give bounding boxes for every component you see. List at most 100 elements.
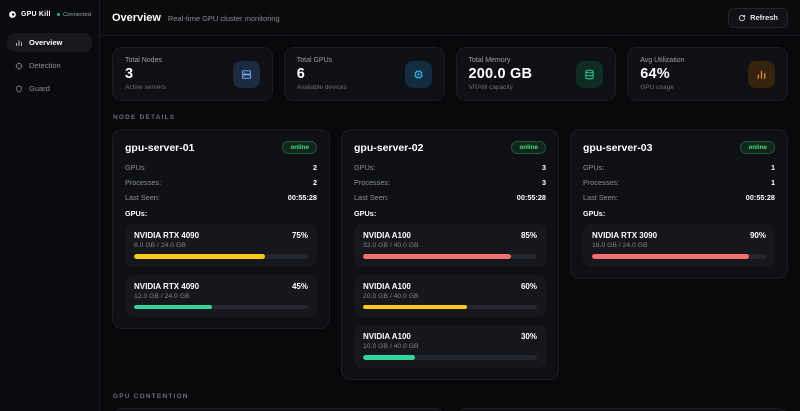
gpu-memory: 12.0 GB / 24.0 GB <box>134 293 308 300</box>
gpu-item-top: NVIDIA A100 85% <box>363 231 537 240</box>
gpu-name: NVIDIA A100 <box>363 282 411 291</box>
node-last-seen-row: Last Seen: 00:55:28 <box>354 193 546 202</box>
stat-subtitle: Active servers <box>125 84 166 91</box>
content: Total Nodes 3 Active servers Total GPUs … <box>100 36 800 411</box>
stat-title: Total Nodes <box>125 57 166 64</box>
gpu-item-top: NVIDIA RTX 4090 45% <box>134 282 308 291</box>
gpu-utilization-bar-track <box>363 305 537 310</box>
gpu-contention-section-label: GPU CONTENTION <box>113 393 788 400</box>
gpu-item: NVIDIA A100 30% 10.0 GB / 40.0 GB <box>354 325 546 368</box>
stat-value: 3 <box>125 66 166 82</box>
stat-icon-box <box>576 61 603 88</box>
node-gpu-list: NVIDIA RTX 4090 75% 8.0 GB / 24.0 GB <box>125 224 317 317</box>
gpu-item: NVIDIA RTX 3090 90% 18.0 GB / 24.0 GB <box>583 224 775 267</box>
gpu-utilization-bar-fill <box>134 254 265 259</box>
top-users-card: Top Users 1 charlie 85% <box>456 408 789 411</box>
sidebar-item[interactable]: Overview <box>7 33 92 52</box>
connection-status-label: Connected <box>63 12 91 18</box>
node-gpus-row: GPUs: 3 <box>354 163 546 172</box>
sidebar-nav: Overview Detection Guard <box>7 33 92 102</box>
contention-row: Blocked GPUs NVIDIA RTX 3090 (node-003) … <box>112 408 788 411</box>
sidebar-item[interactable]: Detection <box>7 56 92 75</box>
sidebar-item-label: Overview <box>29 38 62 47</box>
node-gpu-list-label: GPUs: <box>354 209 546 218</box>
node-gpu-list-label: GPUs: <box>583 209 775 218</box>
blocked-gpus-card: Blocked GPUs NVIDIA RTX 3090 (node-003) … <box>112 408 445 411</box>
stat-subtitle: GPU usage <box>640 84 684 91</box>
gpu-utilization: 30% <box>521 332 537 341</box>
connection-status: Connected <box>57 12 91 18</box>
gpu-utilization-bar-track <box>134 254 308 259</box>
gpu-name: NVIDIA RTX 3090 <box>592 231 657 240</box>
node-last-seen-value: 00:55:28 <box>517 193 546 202</box>
node-name: gpu-server-03 <box>583 142 652 154</box>
refresh-button[interactable]: Refresh <box>728 8 788 28</box>
stat-value: 64% <box>640 66 684 82</box>
stat-icon <box>756 69 767 80</box>
gpu-name: NVIDIA A100 <box>363 332 411 341</box>
node-gpu-list: NVIDIA A100 85% 32.0 GB / 40.0 GB <box>354 224 546 368</box>
gpu-utilization-bar-track <box>363 254 537 259</box>
stat-subtitle: VRAM capacity <box>469 84 533 91</box>
gpu-utilization: 90% <box>750 231 766 240</box>
gpu-utilization: 45% <box>292 282 308 291</box>
stat-icon <box>241 69 252 80</box>
node-gpus-label: GPUs: <box>354 163 376 172</box>
gpu-name: NVIDIA RTX 4090 <box>134 231 199 240</box>
stat-value: 200.0 GB <box>469 66 533 82</box>
node-gpus-value: 2 <box>313 163 317 172</box>
node-name: gpu-server-02 <box>354 142 423 154</box>
node-gpus-row: GPUs: 1 <box>583 163 775 172</box>
gpu-memory: 18.0 GB / 24.0 GB <box>592 242 766 249</box>
app-name: GPU Kill <box>21 11 51 18</box>
node-card: gpu-server-03 online GPUs: 1 Processes: … <box>570 129 788 279</box>
gpu-item-top: NVIDIA RTX 4090 75% <box>134 231 308 240</box>
gpu-item: NVIDIA RTX 4090 45% 12.0 GB / 24.0 GB <box>125 275 317 318</box>
refresh-icon <box>738 14 746 22</box>
node-status-badge: online <box>282 141 317 154</box>
stat-icon <box>584 69 595 80</box>
gpu-memory: 20.0 GB / 40.0 GB <box>363 293 537 300</box>
node-processes-value: 3 <box>542 178 546 187</box>
node-gpu-list: NVIDIA RTX 3090 90% 18.0 GB / 24.0 GB <box>583 224 775 267</box>
gpu-utilization-bar-fill <box>363 355 415 360</box>
node-gpu-list-label: GPUs: <box>125 209 317 218</box>
stat-title: Avg Utilization <box>640 57 684 64</box>
stat-card: Avg Utilization 64% GPU usage <box>627 47 788 101</box>
gpu-memory: 8.0 GB / 24.0 GB <box>134 242 308 249</box>
node-processes-label: Processes: <box>125 178 161 187</box>
stat-title: Total GPUs <box>297 57 347 64</box>
gpu-utilization-bar-track <box>363 355 537 360</box>
gpu-utilization-bar-fill <box>134 305 212 310</box>
stat-card: Total Nodes 3 Active servers <box>112 47 273 101</box>
stat-card: Total GPUs 6 Available devices <box>284 47 445 101</box>
node-processes-value: 2 <box>313 178 317 187</box>
sidebar-item-icon <box>15 62 23 70</box>
node-last-seen-label: Last Seen: <box>354 193 389 202</box>
node-processes-row: Processes: 2 <box>125 178 317 187</box>
gpu-memory: 10.0 GB / 40.0 GB <box>363 343 537 350</box>
stat-icon-box <box>233 61 260 88</box>
app-brand: GPU Kill <box>8 10 51 19</box>
stat-texts: Total GPUs 6 Available devices <box>297 57 347 91</box>
sidebar-item-label: Detection <box>29 61 61 70</box>
page-subtitle: Real-time GPU cluster monitoring <box>168 14 280 23</box>
node-status-badge: online <box>511 141 546 154</box>
stat-value: 6 <box>297 66 347 82</box>
node-processes-value: 1 <box>771 178 775 187</box>
sidebar-item[interactable]: Guard <box>7 79 92 98</box>
topbar: Overview Real-time GPU cluster monitorin… <box>100 0 800 36</box>
stat-subtitle: Available devices <box>297 84 347 91</box>
gpu-item-top: NVIDIA A100 60% <box>363 282 537 291</box>
node-card: gpu-server-02 online GPUs: 3 Processes: … <box>341 129 559 380</box>
stat-card: Total Memory 200.0 GB VRAM capacity <box>456 47 617 101</box>
stat-icon <box>413 69 424 80</box>
gpu-utilization-bar-track <box>134 305 308 310</box>
gpu-utilization-bar-track <box>592 254 766 259</box>
node-gpus-row: GPUs: 2 <box>125 163 317 172</box>
node-gpus-label: GPUs: <box>125 163 147 172</box>
stat-icon-box <box>748 61 775 88</box>
gpu-item: NVIDIA A100 85% 32.0 GB / 40.0 GB <box>354 224 546 267</box>
gpu-item: NVIDIA RTX 4090 75% 8.0 GB / 24.0 GB <box>125 224 317 267</box>
gpu-utilization-bar-fill <box>592 254 749 259</box>
